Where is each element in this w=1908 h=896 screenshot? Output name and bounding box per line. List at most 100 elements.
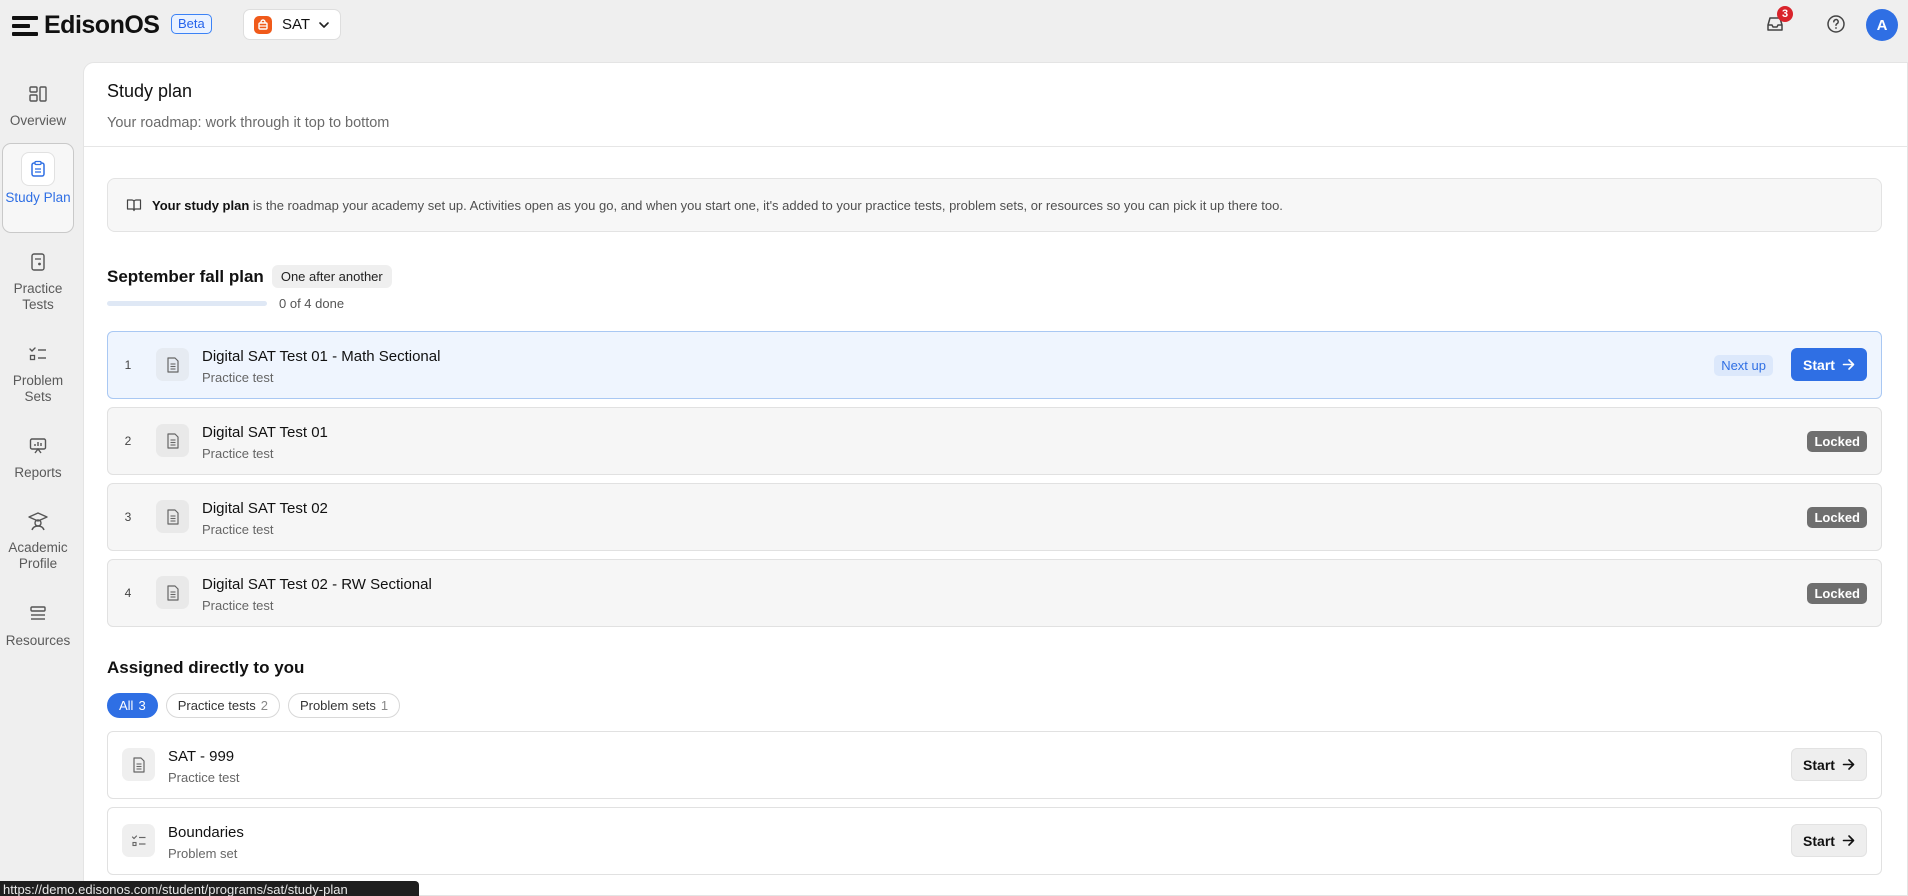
sidebar-item-label: Overview <box>9 113 67 128</box>
assigned-item-2[interactable]: Boundaries Problem set Start <box>107 807 1882 875</box>
top-bar: EdisonOS Beta SAT 3 A <box>0 0 1908 48</box>
arrow-right-icon <box>1842 759 1855 770</box>
filter-practice-tests[interactable]: Practice tests 2 <box>165 693 280 718</box>
page-title: Study plan <box>107 81 193 101</box>
document-icon <box>156 348 189 381</box>
program-icon <box>254 15 272 34</box>
plan-title: September fall plan <box>107 266 264 286</box>
plan-item-title: Digital SAT Test 01 <box>202 424 328 441</box>
assigned-item-1[interactable]: SAT - 999 Practice test Start <box>107 731 1882 799</box>
plan-item-title: Digital SAT Test 02 <box>202 500 328 517</box>
start-button[interactable]: Start <box>1791 348 1867 381</box>
start-button-label: Start <box>1803 356 1835 373</box>
graduation-icon <box>26 509 50 533</box>
filter-count: 1 <box>380 698 389 713</box>
sidebar-item-reports[interactable]: Reports <box>2 434 74 481</box>
next-up-badge: Next up <box>1714 355 1773 376</box>
plan-item-type: Practice test <box>202 446 274 461</box>
start-button-label: Start <box>1803 756 1835 773</box>
plan-item-type: Practice test <box>202 522 274 537</box>
assigned-item-title: Boundaries <box>168 824 244 841</box>
main-panel: Study plan Your roadmap: work through it… <box>83 62 1908 896</box>
info-bold: Your study plan <box>152 197 250 213</box>
sidebar-item-practice-tests[interactable]: Practice Tests <box>2 250 74 313</box>
chevron-down-icon <box>319 21 329 28</box>
document-icon <box>122 748 155 781</box>
sidebar-item-label: Reports <box>14 465 62 480</box>
locked-badge: Locked <box>1807 583 1867 604</box>
page-subtitle: Your roadmap: work through it top to bot… <box>107 115 390 131</box>
filter-problem-sets[interactable]: Problem sets 1 <box>287 693 401 718</box>
status-bar-url: https://demo.edisonos.com/student/progra… <box>0 881 419 896</box>
plan-progress-bar <box>107 301 267 306</box>
filter-all[interactable]: All 3 <box>107 693 158 718</box>
plan-progress-text: 0 of 4 done <box>279 296 345 311</box>
arrow-right-icon <box>1842 359 1855 370</box>
start-button[interactable]: Start <box>1791 824 1867 857</box>
plan-item-type: Practice test <box>202 370 274 385</box>
plan-item-title: Digital SAT Test 02 - RW Sectional <box>202 576 432 593</box>
assigned-section-title: Assigned directly to you <box>107 658 305 677</box>
plan-item-number: 2 <box>124 434 132 448</box>
beta-badge: Beta <box>171 14 212 34</box>
logo-mark-icon <box>12 13 38 39</box>
filter-label: Practice tests <box>177 698 256 713</box>
sidebar-item-overview[interactable]: Overview <box>2 82 74 129</box>
study-plan-info: Your study plan is the roadmap your acad… <box>107 178 1882 232</box>
assigned-item-type: Practice test <box>168 770 240 785</box>
practice-test-icon <box>26 250 50 274</box>
start-button[interactable]: Start <box>1791 748 1867 781</box>
sidebar-item-problem-sets[interactable]: Problem Sets <box>2 342 74 405</box>
assigned-filters: All 3 Practice tests 2 Problem sets 1 <box>107 693 401 718</box>
inbox-button[interactable]: 3 <box>1760 6 1793 39</box>
locked-badge: Locked <box>1807 507 1867 528</box>
locked-badge: Locked <box>1807 431 1867 452</box>
plan-header: September fall plan One after another <box>107 265 392 288</box>
notification-count-badge: 3 <box>1777 6 1793 22</box>
help-button[interactable] <box>1821 9 1851 39</box>
app-name: EdisonOS <box>44 11 160 39</box>
info-text: Your study plan is the roadmap your acad… <box>152 198 1283 213</box>
plan-item-number: 4 <box>124 586 132 600</box>
start-button-label: Start <box>1803 832 1835 849</box>
clipboard-icon <box>21 152 55 186</box>
overview-icon <box>26 82 50 106</box>
plan-item-2: 2 Digital SAT Test 01 Practice test Lock… <box>107 407 1882 475</box>
sidebar-item-label: Resources <box>5 633 71 648</box>
filter-label: All <box>119 698 134 713</box>
document-icon <box>156 500 189 533</box>
help-icon <box>1827 15 1845 33</box>
filter-count: 3 <box>138 698 146 713</box>
app-logo[interactable]: EdisonOS <box>12 11 160 40</box>
book-open-icon <box>126 199 142 212</box>
plan-item-4: 4 Digital SAT Test 02 - RW Sectional Pra… <box>107 559 1882 627</box>
sidebar-item-study-plan[interactable]: Study Plan <box>2 143 74 233</box>
checklist-icon <box>122 824 155 857</box>
filter-label: Problem sets <box>299 698 376 713</box>
plan-item-number: 3 <box>124 510 132 524</box>
document-icon <box>156 424 189 457</box>
plan-item-3: 3 Digital SAT Test 02 Practice test Lock… <box>107 483 1882 551</box>
info-body: is the roadmap your academy set up. Acti… <box>249 197 1283 213</box>
sidebar-item-label: Problem Sets <box>12 373 64 404</box>
filter-count: 2 <box>260 698 268 713</box>
stack-icon <box>26 602 50 626</box>
program-selector[interactable]: SAT <box>243 9 341 40</box>
document-icon <box>156 576 189 609</box>
sidebar-item-resources[interactable]: Resources <box>2 602 74 649</box>
avatar[interactable]: A <box>1866 9 1898 41</box>
assigned-item-title: SAT - 999 <box>168 748 235 765</box>
plan-mode-badge: One after another <box>271 265 392 288</box>
sidebar-item-academic-profile[interactable]: Academic Profile <box>2 509 74 572</box>
sidebar-item-label: Study Plan <box>5 190 71 205</box>
plan-item-type: Practice test <box>202 598 274 613</box>
plan-item-1[interactable]: 1 Digital SAT Test 01 - Math Sectional P… <box>107 331 1882 399</box>
arrow-right-icon <box>1842 835 1855 846</box>
sidebar-item-label: Academic Profile <box>8 540 68 571</box>
checklist-icon <box>26 342 50 366</box>
plan-item-title: Digital SAT Test 01 - Math Sectional <box>202 348 441 365</box>
assigned-item-type: Problem set <box>168 846 238 861</box>
page-header: Study plan Your roadmap: work through it… <box>84 63 1907 147</box>
sidebar-item-label: Practice Tests <box>13 281 63 312</box>
program-label: SAT <box>282 16 311 33</box>
